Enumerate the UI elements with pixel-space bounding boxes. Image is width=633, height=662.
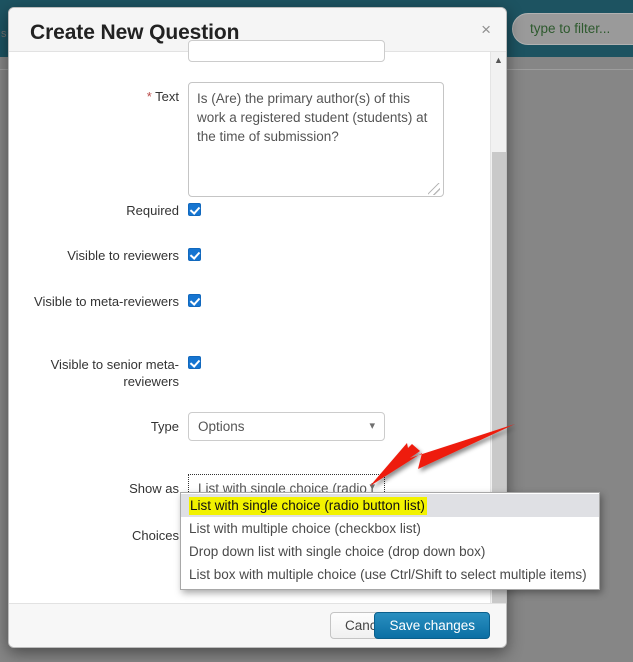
type-select-value: Options xyxy=(198,419,245,434)
show-as-label: Show as xyxy=(129,481,179,496)
text-field-label: * Text xyxy=(49,88,179,105)
scrolled-off-input[interactable] xyxy=(188,40,385,62)
required-label: Required xyxy=(126,203,179,218)
visible-reviewers-checkbox[interactable] xyxy=(188,248,201,261)
background-left-text: s xyxy=(1,28,7,40)
dropdown-option-2[interactable]: Drop down list with single choice (drop … xyxy=(181,540,599,563)
visible-meta-reviewers-label: Visible to meta-reviewers xyxy=(34,294,179,309)
dialog-footer: Cancel Save changes xyxy=(9,603,506,647)
scroll-up-icon[interactable]: ▲ xyxy=(491,52,506,68)
text-field[interactable] xyxy=(188,82,444,197)
required-checkbox[interactable] xyxy=(188,203,201,216)
dropdown-option-3-text: List box with multiple choice (use Ctrl/… xyxy=(189,567,587,582)
type-label: Type xyxy=(150,419,179,434)
text-label-text: Text xyxy=(155,89,179,104)
dropdown-option-2-text: Drop down list with single choice (drop … xyxy=(189,544,486,559)
visible-senior-meta-reviewers-label: Visible to senior meta-reviewers xyxy=(50,357,179,389)
dropdown-option-3[interactable]: List box with multiple choice (use Ctrl/… xyxy=(181,563,599,586)
visible-senior-meta-reviewers-checkbox[interactable] xyxy=(188,356,201,369)
dropdown-option-1[interactable]: List with multiple choice (checkbox list… xyxy=(181,517,599,540)
required-marker: * xyxy=(146,89,152,104)
filter-placeholder-text: type to filter... xyxy=(530,21,611,36)
dropdown-option-1-text: List with multiple choice (checkbox list… xyxy=(189,521,421,536)
show-as-dropdown-list[interactable]: List with single choice (radio button li… xyxy=(180,492,600,590)
choices-label: Choices xyxy=(132,528,179,543)
type-select[interactable]: Options ▾ xyxy=(188,412,385,441)
visible-reviewers-label: Visible to reviewers xyxy=(67,248,179,263)
visible-meta-reviewers-checkbox[interactable] xyxy=(188,294,201,307)
close-icon[interactable]: × xyxy=(478,21,494,38)
chevron-down-icon: ▾ xyxy=(369,419,375,432)
save-changes-button[interactable]: Save changes xyxy=(374,612,490,639)
dropdown-option-0[interactable]: List with single choice (radio button li… xyxy=(181,494,599,517)
dropdown-option-0-text: List with single choice (radio button li… xyxy=(189,497,427,515)
